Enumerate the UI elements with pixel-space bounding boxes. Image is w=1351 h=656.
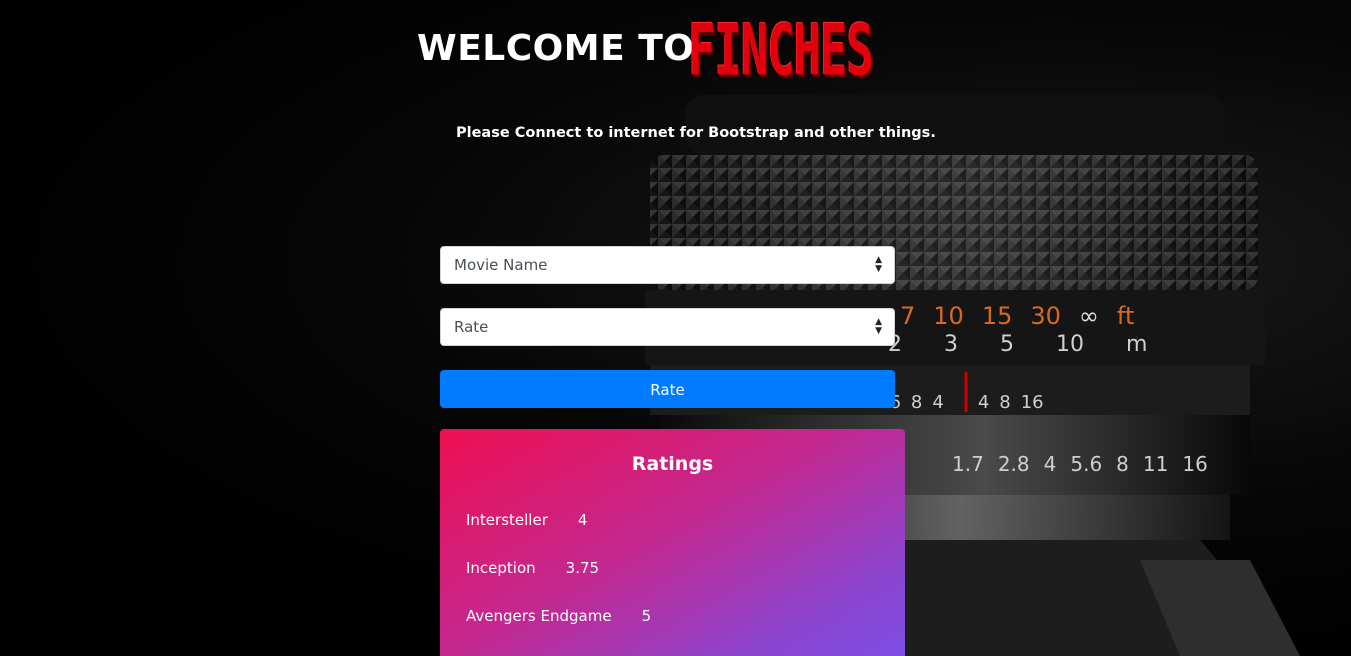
rating-value: 4 [577,511,588,529]
lens-mark: ft [1116,302,1135,330]
lens-mark: 3 [944,332,958,357]
ratings-card: Ratings Intersteller 4 Inception 3.75 Av… [440,429,905,656]
ratings-title: Ratings [631,453,714,475]
lens-dof-scale: 16 8 4 4 8 16 [878,392,1044,413]
rating-movie-name: Avengers Endgame [466,607,612,625]
lens-mark: 4 [977,392,990,413]
lens-mark: 30 [1030,302,1061,330]
select-arrows-icon: ▲ ▼ [875,317,882,336]
lens-aperture-scale: 1.7 2.8 4 5.6 8 11 16 [952,452,1208,476]
lens-mark: 1.7 [952,452,984,476]
rating-row: Avengers Endgame 5 [466,607,651,625]
lens-mark: 15 [981,302,1013,330]
lens-mark: 10 [1056,332,1084,357]
lens-mark: 2.8 [997,452,1030,476]
movie-name-select[interactable]: Movie Name ▲ ▼ [440,246,895,284]
lens-mark: 4 [932,392,944,413]
rate-select[interactable]: Rate ▲ ▼ [440,308,895,346]
rating-value: 5 [641,607,652,625]
brand-logo: FINCHES [688,9,874,92]
lens-mark: 8 [1116,452,1129,476]
lens-mark: 10 [933,302,964,330]
rating-value: 3.75 [565,559,600,577]
welcome-heading: WELCOME TO [417,28,695,69]
lens-mark: m [1126,332,1148,357]
lens-mark: ∞ [1078,302,1099,330]
lens-mark: 16 [1182,452,1208,476]
lens-mark: 8 [910,392,923,413]
lens-mark: 7 [900,302,916,330]
lens-mark: 5 [1000,332,1014,357]
lens-mark: 4 [1043,452,1057,476]
lens-distance-scale: 7 10 15 30 ∞ ft [900,302,1134,330]
lens-mark: 5.6 [1070,452,1103,476]
rating-row: Intersteller 4 [466,511,587,529]
rating-movie-name: Intersteller [466,511,548,529]
lens-mark: 16 [1020,392,1044,413]
rating-row: Inception 3.75 [466,559,599,577]
page: 7 10 15 30 ∞ ft 2 3 5 10 m 16 8 4 4 8 16… [0,0,1351,656]
connection-notice: Please Connect to internet for Bootstrap… [456,125,936,141]
lens-mark: 11 [1142,452,1169,476]
rating-movie-name: Inception [466,559,536,577]
lens-meter-scale: 2 3 5 10 m [888,332,1147,357]
rate-button[interactable]: Rate [440,370,895,408]
select-arrows-icon: ▲ ▼ [875,255,882,274]
lens-mark: 8 [999,392,1011,413]
rate-select-value: Rate [454,318,489,336]
movie-name-select-value: Movie Name [454,256,548,274]
